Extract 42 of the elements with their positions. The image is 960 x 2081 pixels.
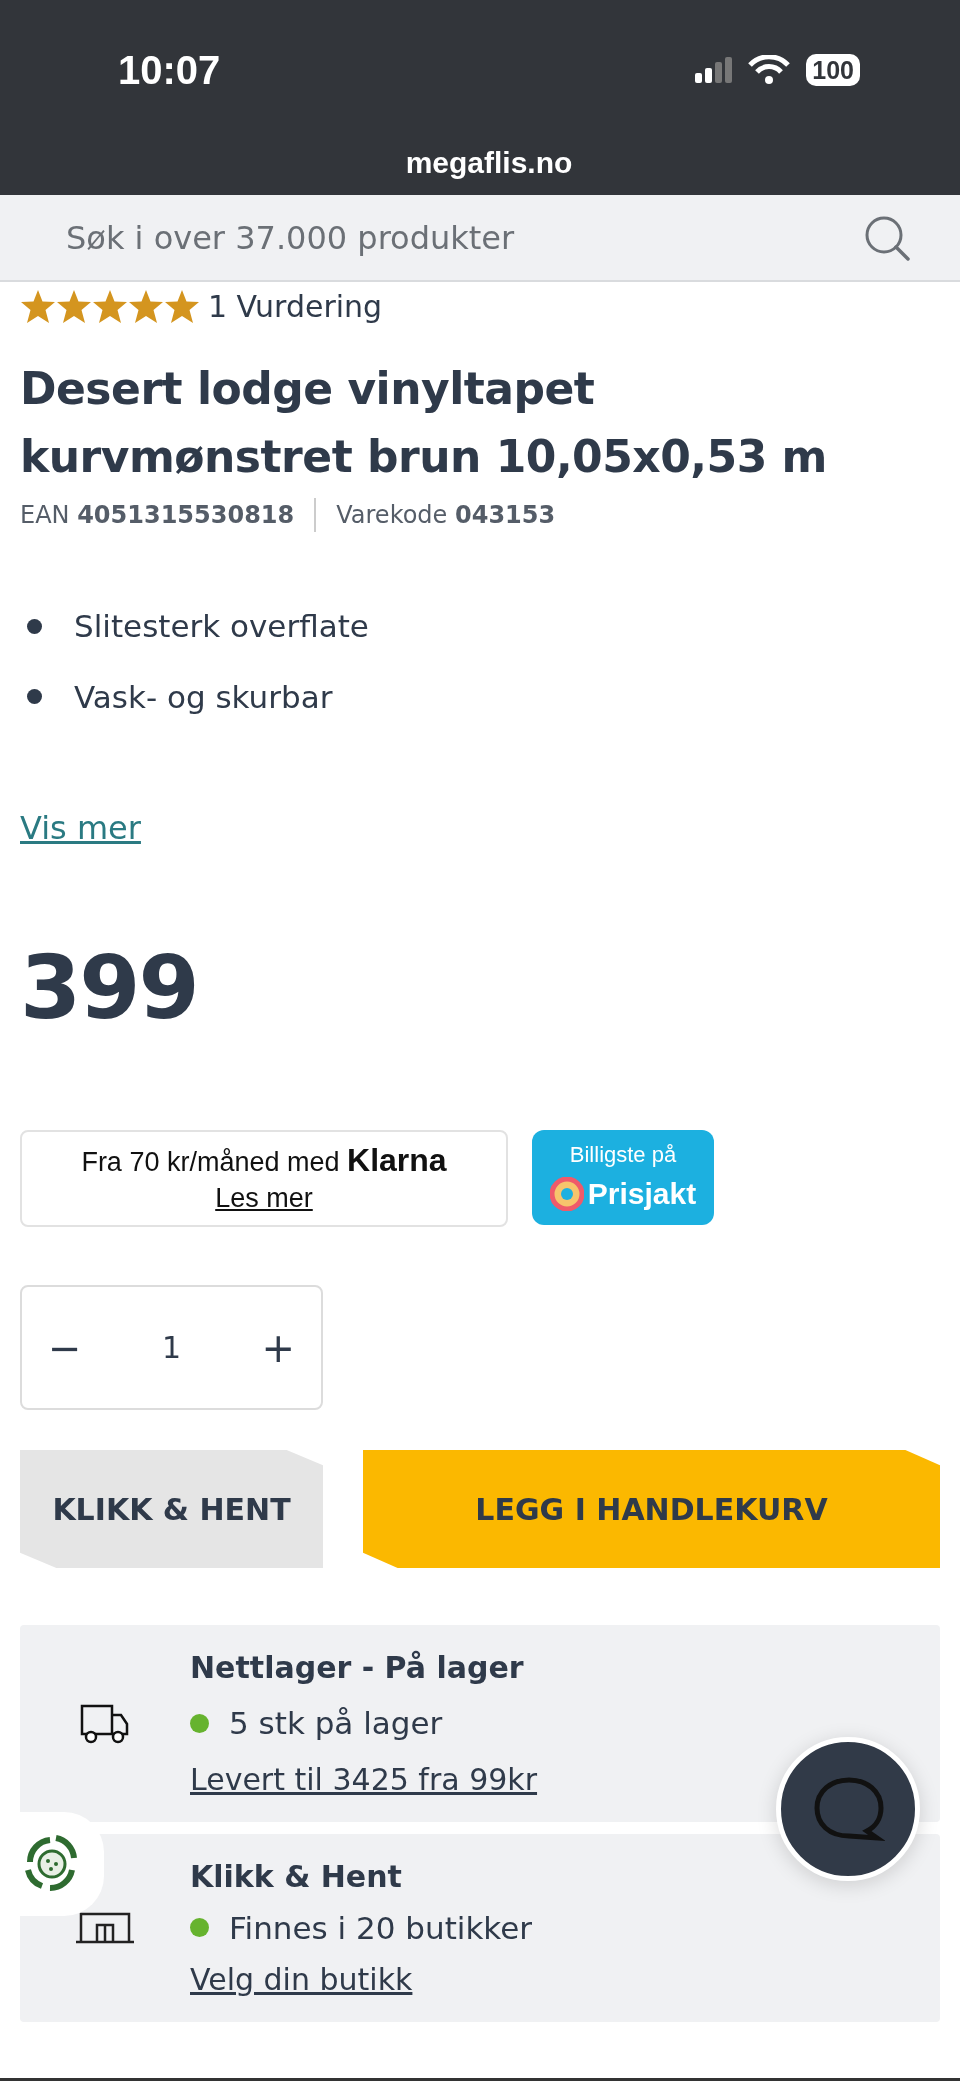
product-title: Desert lodge vinyltapet kurvmønstret brun 10,05x0,53 m (20, 362, 828, 484)
click-and-collect-button[interactable]: KLIKK & HENT (20, 1450, 323, 1568)
bullet-icon (27, 618, 42, 634)
prisjakt-logo: Prisjakt (587, 1176, 697, 1212)
star-icon (56, 288, 92, 325)
battery-indicator: 100 (806, 54, 860, 86)
search-field[interactable]: Søk i over 37.000 produkter (64, 212, 864, 263)
truck-icon (80, 1702, 130, 1744)
star-icon (20, 288, 56, 325)
address-bar-url: megaflis.no (404, 145, 574, 181)
klarna-text: Fra 70 kr/måned med (81, 1147, 341, 1177)
delivery-link[interactable]: Velg din butikk (190, 1962, 413, 1997)
availability-title: Klikk & Hent (190, 1857, 403, 1896)
increase-button[interactable]: + (261, 1317, 295, 1378)
star-icon (164, 288, 200, 325)
quantity-value: 1 (161, 1329, 182, 1367)
prisjakt-caption: Billigste på (568, 1141, 678, 1169)
wifi-icon (748, 55, 791, 85)
search-icon (864, 214, 910, 261)
stock-status: 5 stk på lager (229, 1704, 443, 1743)
stock-status: Finnes i 20 butikker (229, 1908, 533, 1948)
delivery-link[interactable]: Levert til 3425 fra 99kr (190, 1761, 538, 1797)
clock-time: 10:07 (118, 47, 221, 94)
bullet-icon (27, 689, 42, 705)
feature-text: Vask- og skurbar (74, 677, 333, 717)
star-icon (92, 288, 128, 325)
target-icon (549, 1176, 584, 1211)
search-bar[interactable]: Søk i over 37.000 produkter (0, 195, 960, 282)
signal-icon (695, 57, 733, 83)
star-icon (128, 288, 164, 325)
product-code: Varekode 043153 (336, 500, 556, 531)
store-icon (75, 1911, 135, 1945)
rating-count: 1 Vurdering (208, 288, 383, 326)
product-code: EAN 4051315530818 (20, 500, 295, 531)
feature-text: Slitesterk overflate (74, 607, 369, 646)
product-price: 399 (20, 935, 199, 1041)
klarna-logo: Klarna (347, 1142, 447, 1178)
availability-title: Nettlager - På lager (190, 1649, 525, 1687)
read-more-link[interactable]: Les mer (215, 1183, 313, 1213)
decrease-button[interactable]: − (48, 1317, 82, 1378)
add-to-cart-button[interactable]: LEGG I HANDLEKURV (363, 1450, 940, 1568)
show-more-link[interactable]: Vis mer (20, 809, 141, 847)
